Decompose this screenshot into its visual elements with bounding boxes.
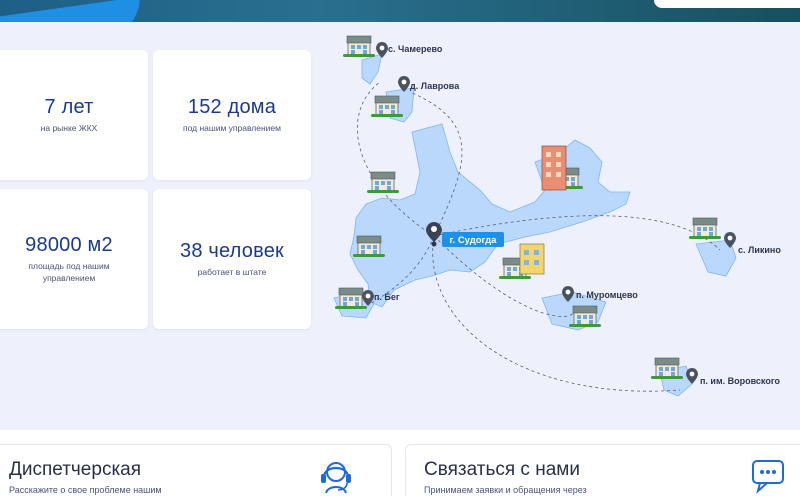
contact-title: Связаться с нами (424, 459, 580, 480)
place-label-likino: с. Ликино (738, 245, 781, 255)
stat-value: 38 человек (180, 239, 284, 262)
stat-card-area: 98000 м2 площадь под нашим управлением (0, 189, 148, 329)
contact-text: Принимаем заявки и обращения через (424, 485, 587, 495)
chat-bubble-icon[interactable] (748, 455, 788, 495)
house-icon (352, 235, 386, 258)
service-area-map: г. Судогда с. Чамерево д. Лаврова п. Бег… (333, 35, 781, 397)
stat-card-years: 7 лет на рынке ЖКХ (0, 50, 148, 180)
place-label-lavrova: д. Лаврова (410, 81, 460, 91)
contact-section: Диспетчерская Расскажите о свое проблеме… (0, 430, 800, 496)
tower-building-icon (519, 243, 545, 275)
tower-building-icon (541, 145, 567, 191)
dispatch-text: Расскажите о свое проблеме нашим (9, 485, 162, 495)
hero-decor-tab (654, 0, 800, 8)
place-label-chamerevo: с. Чамерево (388, 44, 443, 54)
map-lake-chamerevo (361, 53, 383, 85)
contact-panel[interactable]: Связаться с нами Принимаем заявки и обра… (405, 444, 800, 496)
dispatch-panel[interactable]: Диспетчерская Расскажите о свое проблеме… (0, 444, 392, 496)
stat-label: площадь под нашим управлением (28, 261, 110, 283)
house-icon (334, 287, 368, 310)
headset-icon[interactable] (316, 455, 356, 495)
stat-label: на рынке ЖКХ (40, 122, 98, 133)
stat-card-staff: 38 человек работает в штате (153, 189, 311, 329)
house-icon (366, 171, 400, 194)
house-icon (342, 35, 376, 58)
stat-value: 7 лет (44, 95, 94, 118)
stat-value: 98000 м2 (25, 234, 113, 257)
house-icon (370, 95, 404, 118)
place-label-beg: п. Бег (374, 292, 400, 302)
stat-value: 152 дома (187, 95, 277, 118)
place-label-vorovskogo: п. им. Воровского (700, 376, 780, 386)
place-label-muromtsevo: п. Муромцево (576, 290, 638, 300)
house-icon (650, 357, 684, 380)
house-icon (568, 305, 602, 328)
stat-card-houses: 152 дома под нашим управлением (153, 50, 311, 180)
center-city-label: г. Судогда (450, 235, 498, 246)
map-region-sudogda (349, 123, 631, 308)
house-icon (688, 217, 722, 240)
stat-label: под нашим управлением (183, 122, 281, 133)
stat-label: работает в штате (197, 266, 267, 277)
dispatch-title: Диспетчерская (9, 459, 142, 480)
